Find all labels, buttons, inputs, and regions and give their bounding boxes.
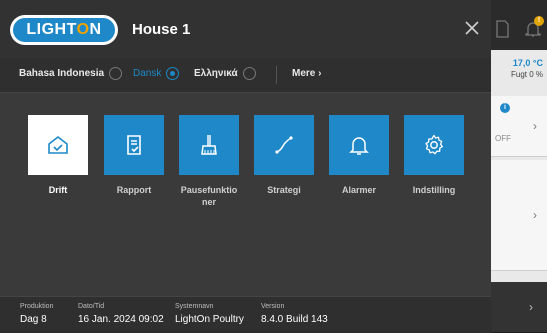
tile-pausefunktioner[interactable]: Pausefunktio ner: [179, 115, 239, 208]
language-option-dansk[interactable]: Dansk: [133, 67, 180, 80]
footer-version-value: 8.4.0 Build 143: [261, 314, 328, 325]
tile-label: Rapport: [116, 185, 152, 195]
logo-text-light: LIGHT: [26, 21, 77, 38]
main-menu-panel: LIGHTON House 1 Bahasa Indonesia Dansk Ε…: [0, 0, 491, 333]
footer-system-value: LightOn Poultry: [175, 314, 244, 325]
background-info-badge: i: [500, 103, 510, 113]
tile-icon-box: [179, 115, 239, 175]
tile-rapport[interactable]: Rapport: [104, 115, 164, 196]
tile-icon-box: [28, 115, 88, 175]
language-option-bahasa[interactable]: Bahasa Indonesia: [19, 67, 123, 80]
tile-strategi[interactable]: Strategi: [254, 115, 314, 196]
broom-icon: [201, 135, 217, 155]
footer-datetime-label: Dato/Tid: [78, 303, 105, 310]
language-label: Bahasa Indonesia: [19, 68, 105, 79]
background-temperature: 17,0 °C: [512, 58, 543, 68]
radio-button[interactable]: [242, 67, 256, 80]
logo-text-o: O: [76, 21, 90, 38]
chevron-right-icon: ›: [533, 208, 537, 222]
background-bell-badge: !: [534, 16, 544, 26]
menu-tiles: Drift Rapport Pausefunktio ner Strategi: [0, 100, 491, 290]
gear-icon: [425, 134, 443, 155]
tile-icon-box: [404, 115, 464, 175]
report-check-icon: [127, 135, 141, 155]
language-option-greek[interactable]: Ελληνικά: [194, 67, 256, 80]
footer-datetime-value: 16 Jan. 2024 09:02: [78, 314, 164, 325]
strategy-line-icon: [275, 136, 293, 154]
status-footer: Produktion Dag 8 Dato/Tid 16 Jan. 2024 0…: [0, 296, 491, 333]
close-icon[interactable]: [462, 18, 482, 38]
background-export-icon: [496, 20, 509, 38]
language-label: Dansk: [133, 68, 162, 79]
tile-drift[interactable]: Drift: [28, 115, 88, 196]
background-card-2[interactable]: ›: [491, 160, 547, 271]
tile-icon-box: [104, 115, 164, 175]
page-title: House 1: [132, 21, 191, 38]
menu-header: LIGHTON House 1: [0, 0, 491, 58]
footer-production: Produktion Dag 8: [20, 303, 53, 325]
chevron-right-icon: ›: [318, 68, 322, 79]
more-languages-link[interactable]: Mere ›: [292, 68, 321, 79]
background-weather: 17,0 °C Fugt 0 %: [511, 58, 543, 80]
footer-production-value: Dag 8: [20, 314, 47, 325]
chevron-right-icon: ›: [533, 119, 537, 133]
footer-version: Version 8.4.0 Build 143: [261, 303, 328, 325]
lighton-logo: LIGHTON: [10, 15, 118, 45]
tile-icon-box: [254, 115, 314, 175]
chevron-right-icon: ›: [529, 300, 533, 314]
footer-datetime: Dato/Tid 16 Jan. 2024 09:02: [78, 303, 164, 325]
tile-label: Alarmer: [341, 185, 377, 195]
background-bottom-card[interactable]: ›: [491, 282, 547, 332]
home-check-icon: [48, 135, 68, 154]
logo-text-n: N: [89, 21, 102, 38]
footer-system: Systemnavn LightOn Poultry: [175, 303, 244, 325]
radio-button-selected[interactable]: [166, 67, 180, 80]
tile-label: Pausefunktio ner: [180, 185, 238, 207]
radio-button[interactable]: [109, 67, 123, 80]
tile-label: Drift: [48, 185, 68, 195]
logo-text: LIGHTON: [13, 18, 115, 42]
tile-label: Indstilling: [412, 185, 456, 195]
footer-production-label: Produktion: [20, 303, 54, 310]
background-status-off: OFF: [495, 134, 511, 143]
tile-alarmer[interactable]: Alarmer: [329, 115, 389, 196]
tile-indstilling[interactable]: Indstilling: [404, 115, 464, 196]
more-label: Mere: [292, 68, 316, 79]
bell-icon: [349, 137, 369, 155]
footer-system-label: Systemnavn: [175, 303, 214, 310]
background-humidity: Fugt 0 %: [510, 70, 543, 79]
tile-icon-box: [329, 115, 389, 175]
footer-version-label: Version: [261, 303, 285, 310]
language-label: Ελληνικά: [194, 68, 238, 79]
divider: [276, 66, 277, 84]
tile-label: Strategi: [267, 185, 301, 195]
